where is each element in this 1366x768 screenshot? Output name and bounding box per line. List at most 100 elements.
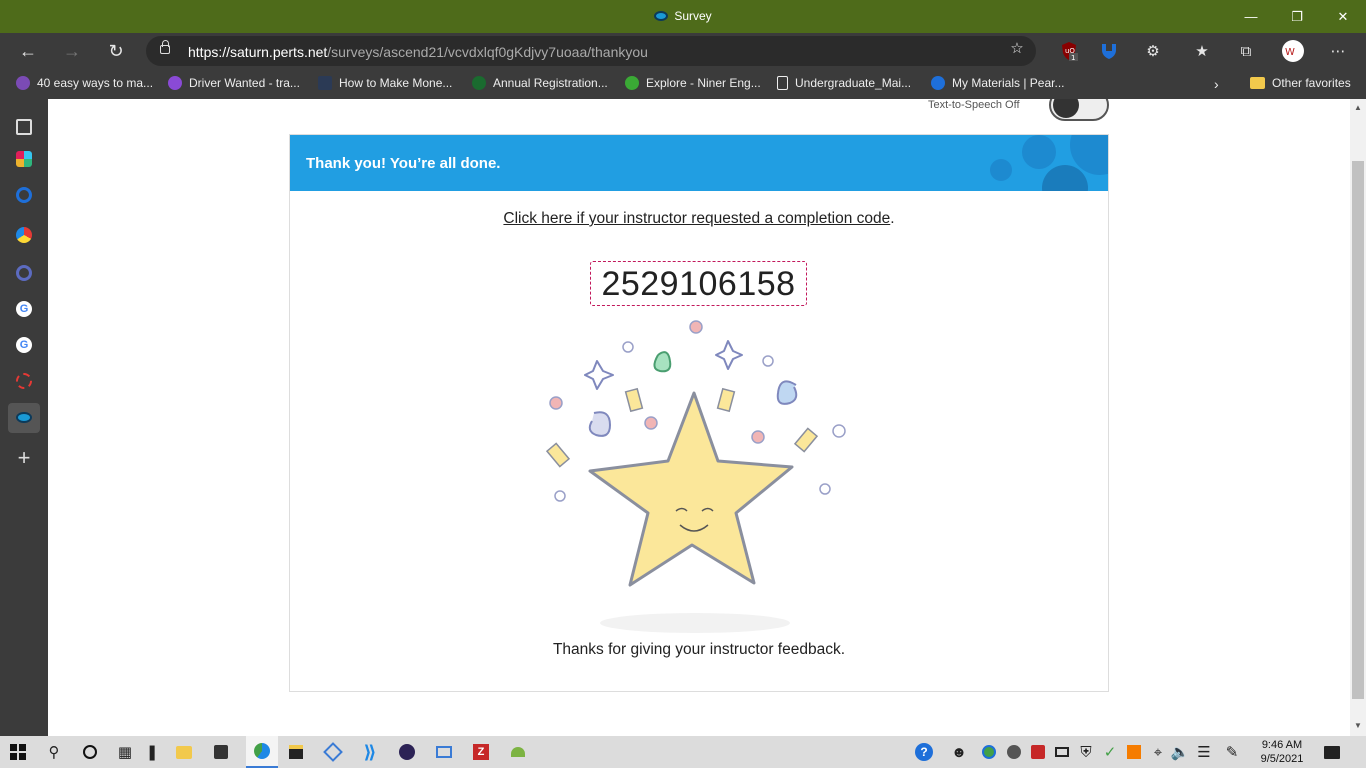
bookmark-item[interactable]: My Materials | Pear... — [931, 76, 1064, 90]
decorative-bubble — [1022, 135, 1056, 169]
minimize-button[interactable]: — — [1228, 0, 1274, 33]
maximize-button[interactable]: ❐ — [1274, 0, 1320, 33]
site-favicon-icon — [654, 11, 669, 21]
language-icon[interactable]: ☰ — [1194, 742, 1214, 762]
notifications-icon[interactable] — [1322, 742, 1342, 762]
volume-icon[interactable]: 🔈 — [1170, 742, 1190, 762]
bookmark-item[interactable]: How to Make Mone... — [318, 76, 452, 90]
taskbar-divider-icon: ❚ — [145, 744, 159, 761]
eclipse-icon[interactable] — [397, 742, 417, 762]
bookmark-favicon-icon — [168, 76, 182, 90]
file-explorer-icon[interactable] — [174, 742, 194, 762]
new-tab-plus-icon[interactable]: + — [14, 447, 34, 469]
completion-code-link[interactable]: Click here if your instructor requested … — [503, 210, 890, 227]
bookmark-item[interactable]: 40 easy ways to ma... — [16, 76, 153, 90]
cortana-circle-icon[interactable] — [80, 742, 100, 762]
vpn-error-icon[interactable] — [1004, 742, 1024, 762]
lock-icon[interactable] — [160, 40, 170, 54]
windows-start-icon[interactable] — [8, 742, 28, 762]
bookmark-label: Undergraduate_Mai... — [795, 76, 912, 90]
extension-shield-icon[interactable] — [1096, 39, 1122, 63]
refresh-button[interactable]: ↻ — [101, 36, 131, 66]
app-tab-icon[interactable] — [16, 227, 32, 243]
window-app-icon[interactable] — [434, 742, 454, 762]
scroll-down-icon[interactable]: ▼ — [1354, 721, 1362, 730]
close-button[interactable]: ✕ — [1320, 0, 1366, 33]
toggle-knob — [1053, 99, 1079, 118]
edge-icon — [254, 743, 270, 759]
forward-button[interactable]: → — [57, 36, 87, 66]
tts-toggle[interactable] — [1049, 99, 1109, 121]
tts-label: Text-to-Speech Off — [928, 99, 1020, 111]
celebration-star-illustration — [540, 315, 860, 635]
active-tab-highlight[interactable] — [8, 403, 40, 433]
help-icon[interactable]: ? — [914, 742, 934, 762]
card-title: Thank you! You’re all done. — [306, 155, 501, 172]
extensions-icon[interactable]: ⚙ — [1140, 39, 1166, 63]
cortana-icon[interactable] — [16, 187, 32, 203]
page-content: Text-to-Speech Off Thank you! You’re all… — [48, 99, 1350, 736]
3d-viewer-icon[interactable] — [323, 742, 343, 762]
bookmark-item[interactable]: Explore - Niner Eng... — [625, 76, 761, 90]
bookmark-label: 40 easy ways to ma... — [37, 76, 154, 90]
sticky-notes-icon[interactable] — [286, 742, 306, 762]
ublock-extension-icon[interactable]: uO 1 — [1056, 39, 1082, 63]
android-studio-icon[interactable] — [508, 742, 528, 762]
mcafee-icon[interactable] — [1028, 742, 1048, 762]
edge-taskbar-button[interactable] — [246, 736, 278, 768]
scrollbar-thumb[interactable] — [1352, 161, 1364, 699]
search-icon[interactable]: ⚲ — [44, 742, 64, 762]
windows-taskbar: ⚲ ▦ ❚ ⟫ Z ? ☻ ⛨ ✓ ⌖ 🔈 ☰ ✎ 9:46 AM 9/5/20… — [0, 736, 1366, 768]
page-scrollbar[interactable]: ▲ ▼ — [1350, 99, 1366, 736]
bookmark-item[interactable]: Annual Registration... — [472, 76, 608, 90]
survey-tab-icon — [16, 412, 32, 423]
vscode-icon[interactable]: ⟫ — [360, 742, 380, 762]
bookmark-item[interactable]: Driver Wanted - tra... — [168, 76, 300, 90]
svg-text:W: W — [1285, 47, 1295, 58]
system-clock[interactable]: 9:46 AM 9/5/2021 — [1252, 738, 1312, 766]
profile-avatar[interactable]: W — [1280, 39, 1306, 63]
pen-icon[interactable]: ✎ — [1222, 742, 1242, 762]
url-path: /surveys/ascend21/vcvdxlqf0gKdjvy7uoaa/t… — [327, 44, 648, 60]
network-globe-icon[interactable] — [979, 742, 999, 762]
check-icon[interactable]: ✓ — [1100, 742, 1120, 762]
security-shield-icon[interactable]: ⛨ — [1076, 742, 1096, 762]
window-titlebar: Survey — ❐ ✕ — [0, 0, 1366, 33]
google-icon[interactable]: G — [16, 337, 32, 353]
wifi-icon[interactable]: ⌖ — [1148, 742, 1168, 762]
bookmark-item[interactable]: Undergraduate_Mai... — [777, 76, 911, 90]
filezilla-icon[interactable]: Z — [471, 742, 491, 762]
window-title-text: Survey — [674, 9, 712, 23]
card-header: Thank you! You’re all done. — [290, 135, 1108, 191]
scroll-up-icon[interactable]: ▲ — [1354, 103, 1362, 112]
completion-code: 2529106158 — [590, 261, 807, 306]
slack-icon[interactable] — [16, 151, 32, 167]
bookmark-label: My Materials | Pear... — [952, 76, 1065, 90]
app-orange-icon[interactable] — [1124, 742, 1144, 762]
store-icon[interactable] — [211, 742, 231, 762]
more-bookmarks-chevron-icon[interactable]: › — [1214, 76, 1219, 92]
document-icon — [777, 76, 788, 90]
add-favorite-icon[interactable]: ☆ — [1004, 36, 1030, 60]
svg-text:1: 1 — [1071, 54, 1075, 61]
google-icon[interactable]: G — [16, 301, 32, 317]
people-icon[interactable]: ☻ — [949, 742, 969, 762]
collections-icon[interactable]: ⧉ — [1233, 39, 1259, 63]
other-favorites[interactable]: Other favorites — [1250, 76, 1351, 90]
back-button[interactable]: ← — [13, 36, 43, 66]
thanks-message: Thanks for giving your instructor feedba… — [552, 641, 846, 658]
bookmark-label: Explore - Niner Eng... — [646, 76, 761, 90]
search-tab-icon[interactable] — [16, 265, 32, 281]
bookmark-favicon-icon — [472, 76, 486, 90]
url-host: https://saturn.perts.net — [188, 44, 328, 60]
more-menu-icon[interactable]: ⋯ — [1325, 39, 1351, 63]
address-toolbar: ← → ↻ https://saturn.perts.net/surveys/a… — [0, 33, 1366, 69]
task-view-icon[interactable]: ▦ — [115, 742, 135, 762]
loading-tab-icon[interactable] — [16, 373, 32, 389]
favorites-icon[interactable]: ★ — [1189, 39, 1215, 63]
display-icon[interactable] — [1052, 742, 1072, 762]
tab-actions-icon[interactable] — [16, 119, 32, 135]
address-bar[interactable]: https://saturn.perts.net/surveys/ascend2… — [146, 36, 1036, 66]
link-suffix: . — [890, 210, 895, 227]
url-text[interactable]: https://saturn.perts.net/surveys/ascend2… — [188, 44, 648, 60]
